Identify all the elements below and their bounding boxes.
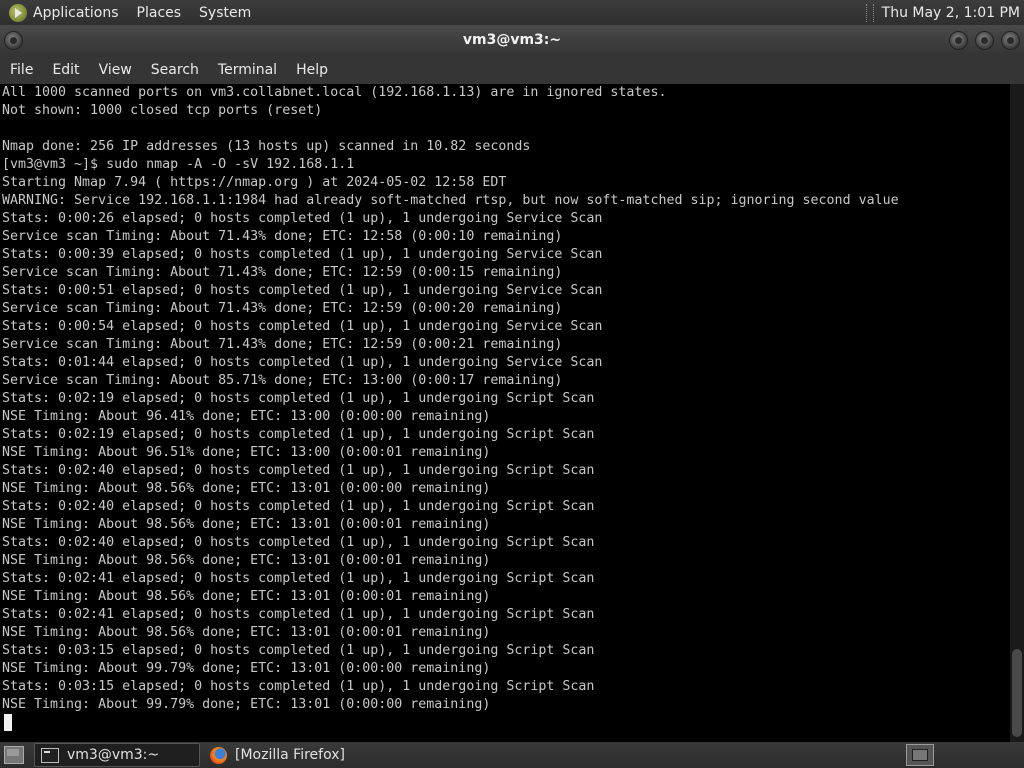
maximize-button[interactable] bbox=[975, 31, 994, 50]
terminal-line: Stats: 0:00:39 elapsed; 0 hosts complete… bbox=[2, 247, 603, 262]
terminal-line: Stats: 0:02:41 elapsed; 0 hosts complete… bbox=[2, 607, 595, 622]
clock[interactable]: Thu May 2, 1:01 PM bbox=[882, 5, 1020, 21]
workspace-switcher-icon[interactable] bbox=[906, 744, 934, 766]
terminal-line: Stats: 0:02:40 elapsed; 0 hosts complete… bbox=[2, 499, 595, 514]
terminal-line: NSE Timing: About 99.79% done; ETC: 13:0… bbox=[2, 697, 491, 712]
terminal-line: NSE Timing: About 98.56% done; ETC: 13:0… bbox=[2, 553, 491, 568]
menu-help[interactable]: Help bbox=[296, 62, 328, 78]
text-cursor bbox=[4, 714, 12, 731]
terminal-line: Service scan Timing: About 71.43% done; … bbox=[2, 301, 563, 316]
bottom-taskbar: vm3@vm3:~ [Mozilla Firefox] bbox=[0, 742, 1024, 768]
window-title: vm3@vm3:~ bbox=[462, 32, 562, 48]
terminal-line: NSE Timing: About 96.41% done; ETC: 13:0… bbox=[2, 409, 491, 424]
task-label: [Mozilla Firefox] bbox=[235, 747, 345, 763]
terminal-line: NSE Timing: About 98.56% done; ETC: 13:0… bbox=[2, 589, 491, 604]
show-desktop-icon[interactable] bbox=[4, 746, 24, 764]
task-terminal[interactable]: vm3@vm3:~ bbox=[34, 743, 200, 767]
window-titlebar[interactable]: vm3@vm3:~ bbox=[0, 25, 1024, 55]
terminal-line: Stats: 0:02:40 elapsed; 0 hosts complete… bbox=[2, 535, 595, 550]
places-menu[interactable]: Places bbox=[137, 5, 182, 21]
terminal-line: Stats: 0:02:40 elapsed; 0 hosts complete… bbox=[2, 463, 595, 478]
terminal-line: NSE Timing: About 99.79% done; ETC: 13:0… bbox=[2, 661, 491, 676]
terminal-line: Service scan Timing: About 71.43% done; … bbox=[2, 229, 563, 244]
system-menu[interactable]: System bbox=[199, 5, 251, 21]
menu-terminal[interactable]: Terminal bbox=[218, 62, 277, 78]
applications-menu[interactable]: Applications bbox=[33, 5, 119, 21]
terminal-line: NSE Timing: About 98.56% done; ETC: 13:0… bbox=[2, 625, 491, 640]
menu-search[interactable]: Search bbox=[151, 62, 199, 78]
terminal-output[interactable]: All 1000 scanned ports on vm3.collabnet.… bbox=[0, 84, 1010, 742]
firefox-icon bbox=[210, 746, 227, 764]
menu-file[interactable]: File bbox=[10, 62, 33, 78]
terminal-menubar: File Edit View Search Terminal Help bbox=[0, 55, 1024, 84]
terminal-line: Nmap done: 256 IP addresses (13 hosts up… bbox=[2, 139, 531, 154]
minimize-button[interactable] bbox=[949, 31, 968, 50]
terminal-prompt-line[interactable] bbox=[0, 714, 1010, 732]
terminal-line: NSE Timing: About 98.56% done; ETC: 13:0… bbox=[2, 517, 491, 532]
terminal-line: Stats: 0:02:19 elapsed; 0 hosts complete… bbox=[2, 391, 595, 406]
terminal-line: Service scan Timing: About 85.71% done; … bbox=[2, 373, 563, 388]
top-panel: Applications Places System Thu May 2, 1:… bbox=[0, 0, 1024, 25]
panel-handle bbox=[865, 3, 874, 22]
menu-edit[interactable]: Edit bbox=[52, 62, 79, 78]
terminal-line: Stats: 0:02:19 elapsed; 0 hosts complete… bbox=[2, 427, 595, 442]
terminal-icon bbox=[41, 747, 59, 763]
menu-view[interactable]: View bbox=[99, 62, 132, 78]
terminal-line: NSE Timing: About 96.51% done; ETC: 13:0… bbox=[2, 445, 491, 460]
task-label: vm3@vm3:~ bbox=[67, 747, 160, 763]
terminal-line: WARNING: Service 192.168.1.1:1984 had al… bbox=[2, 193, 899, 208]
terminal-line: Starting Nmap 7.94 ( https://nmap.org ) … bbox=[2, 175, 507, 190]
terminal-line: Stats: 0:02:41 elapsed; 0 hosts complete… bbox=[2, 571, 595, 586]
terminal-scrollbar[interactable] bbox=[1010, 84, 1024, 742]
terminal-line: Stats: 0:00:54 elapsed; 0 hosts complete… bbox=[2, 319, 603, 334]
scrollbar-thumb[interactable] bbox=[1012, 649, 1022, 737]
top-panel-right: Thu May 2, 1:01 PM bbox=[865, 3, 1020, 22]
terminal-line: Not shown: 1000 closed tcp ports (reset) bbox=[2, 103, 323, 118]
terminal-line: Stats: 0:01:44 elapsed; 0 hosts complete… bbox=[2, 355, 603, 370]
terminal-line: All 1000 scanned ports on vm3.collabnet.… bbox=[2, 85, 667, 100]
window-menu-button[interactable] bbox=[4, 31, 23, 50]
terminal-line: Stats: 0:03:15 elapsed; 0 hosts complete… bbox=[2, 679, 595, 694]
terminal-line: Stats: 0:00:51 elapsed; 0 hosts complete… bbox=[2, 283, 603, 298]
terminal-line: Stats: 0:00:26 elapsed; 0 hosts complete… bbox=[2, 211, 603, 226]
terminal-line: [vm3@vm3 ~]$ sudo nmap -A -O -sV 192.168… bbox=[2, 157, 355, 172]
terminal-line: Service scan Timing: About 71.43% done; … bbox=[2, 337, 563, 352]
terminal-line: Service scan Timing: About 71.43% done; … bbox=[2, 265, 563, 280]
task-firefox[interactable]: [Mozilla Firefox] bbox=[204, 744, 364, 766]
distro-logo-icon[interactable] bbox=[9, 3, 27, 22]
terminal-line: Stats: 0:03:15 elapsed; 0 hosts complete… bbox=[2, 643, 595, 658]
terminal-line: NSE Timing: About 98.56% done; ETC: 13:0… bbox=[2, 481, 491, 496]
close-button[interactable] bbox=[1001, 31, 1020, 50]
